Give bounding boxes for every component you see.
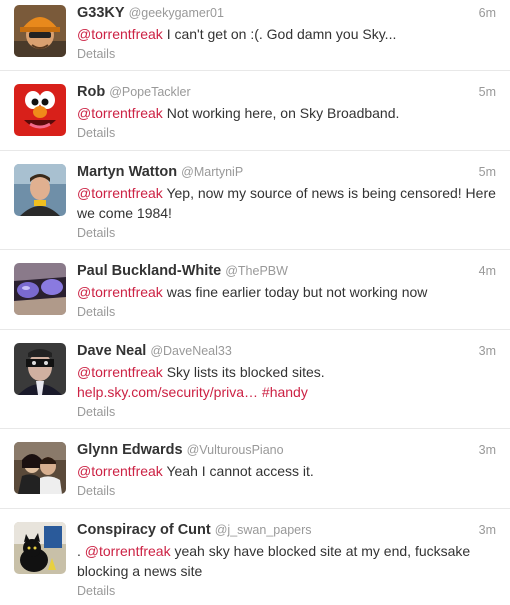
tweet-timestamp[interactable]: 4m <box>479 262 496 280</box>
tweet-fullname[interactable]: Conspiracy of Cunt <box>77 522 211 538</box>
details-link[interactable]: Details <box>77 304 496 320</box>
tweet-username[interactable]: @DaveNeal33 <box>150 344 231 358</box>
tweet-username[interactable]: @PopeTackler <box>109 85 190 99</box>
details-link[interactable]: Details <box>77 46 496 62</box>
engineer-avatar-icon[interactable] <box>14 5 66 57</box>
tweet-text-prefix: . <box>77 543 85 559</box>
tweet-text: @torrentfreak Not working here, on Sky B… <box>77 103 496 123</box>
tweet-item[interactable]: G33KY @geekygamer01 6m @torrentfreak I ca… <box>0 0 510 71</box>
tweet-text-content: I can't get on :(. God damn you Sky... <box>162 26 397 42</box>
details-link[interactable]: Details <box>77 404 496 420</box>
tweet-timestamp[interactable]: 3m <box>479 521 496 539</box>
sunglasses-avatar-icon[interactable] <box>14 263 66 315</box>
details-link[interactable]: Details <box>77 483 496 499</box>
mention-link[interactable]: @torrentfreak <box>77 364 163 380</box>
tweet-username[interactable]: @geekygamer01 <box>129 6 224 20</box>
tweet-username[interactable]: @j_swan_papers <box>215 523 312 537</box>
hashtag-link[interactable]: #handy <box>262 384 308 400</box>
mention-link[interactable]: @torrentfreak <box>77 284 163 300</box>
tweet-text: @torrentfreak Yep, now my source of news… <box>77 183 496 223</box>
tweet-text: @torrentfreak Yeah I cannot access it. <box>77 461 496 481</box>
tweet-text-content: Not working here, on Sky Broadband. <box>162 105 400 121</box>
tweet-username[interactable]: @VulturousPiano <box>187 443 284 457</box>
tweet-timestamp[interactable]: 3m <box>479 342 496 360</box>
url-link[interactable]: help.sky.com/security/priva… <box>77 384 258 400</box>
tweet-item[interactable]: Paul Buckland-White @ThePBW 4m @torrentfr… <box>0 250 510 330</box>
mention-link[interactable]: @torrentfreak <box>77 105 163 121</box>
tweet-text: @torrentfreak I can't get on :(. God dam… <box>77 24 496 44</box>
tweet-timestamp[interactable]: 5m <box>479 83 496 101</box>
tweet-text: @torrentfreak Sky lists its blocked site… <box>77 362 496 402</box>
tweet-feed: G33KY @geekygamer01 6m @torrentfreak I ca… <box>0 0 510 605</box>
tweet-text-content: Yeah I cannot access it. <box>162 463 314 479</box>
tweet-item[interactable]: Martyn Watton @MartyniP 5m @torrentfreak … <box>0 151 510 250</box>
tweet-username[interactable]: @MartyniP <box>181 165 243 179</box>
tweet-text-content: Sky lists its blocked sites. <box>162 364 325 380</box>
tweet-item[interactable]: Dave Neal @DaveNeal33 3m @torrentfreak Sk… <box>0 330 510 429</box>
tweet-fullname[interactable]: G33KY <box>77 5 125 21</box>
mention-link[interactable]: @torrentfreak <box>77 26 163 42</box>
tweet-fullname[interactable]: Rob <box>77 84 105 100</box>
masked-man-avatar-icon[interactable] <box>14 343 66 395</box>
tweet-text-content: was fine earlier today but not working n… <box>162 284 428 300</box>
tweet-text: @torrentfreak was fine earlier today but… <box>77 282 496 302</box>
couple-photo-avatar-icon[interactable] <box>14 442 66 494</box>
tweet-fullname[interactable]: Dave Neal <box>77 343 146 359</box>
tweet-item[interactable]: Glynn Edwards @VulturousPiano 3m @torrent… <box>0 429 510 509</box>
red-monster-avatar-icon[interactable] <box>14 84 66 136</box>
tweet-item[interactable]: Rob @PopeTackler 5m @torrentfreak Not wor… <box>0 71 510 151</box>
tweet-timestamp[interactable]: 5m <box>479 163 496 181</box>
mention-link[interactable]: @torrentfreak <box>77 185 163 201</box>
tweet-username[interactable]: @ThePBW <box>225 264 288 278</box>
details-link[interactable]: Details <box>77 225 496 241</box>
details-link[interactable]: Details <box>77 125 496 141</box>
cat-photo-avatar-icon[interactable] <box>14 522 66 574</box>
tweet-fullname[interactable]: Glynn Edwards <box>77 442 183 458</box>
details-link[interactable]: Details <box>77 583 496 599</box>
tweet-fullname[interactable]: Martyn Watton <box>77 164 177 180</box>
tweet-fullname[interactable]: Paul Buckland-White <box>77 263 221 279</box>
mention-link[interactable]: @torrentfreak <box>77 463 163 479</box>
tweet-text: . @torrentfreak yeah sky have blocked si… <box>77 541 496 581</box>
tweet-item[interactable]: Conspiracy of Cunt @j_swan_papers 3m . @t… <box>0 509 510 605</box>
man-portrait-avatar-icon[interactable] <box>14 164 66 216</box>
mention-link[interactable]: @torrentfreak <box>85 543 171 559</box>
tweet-timestamp[interactable]: 3m <box>479 441 496 459</box>
tweet-timestamp[interactable]: 6m <box>479 4 496 22</box>
